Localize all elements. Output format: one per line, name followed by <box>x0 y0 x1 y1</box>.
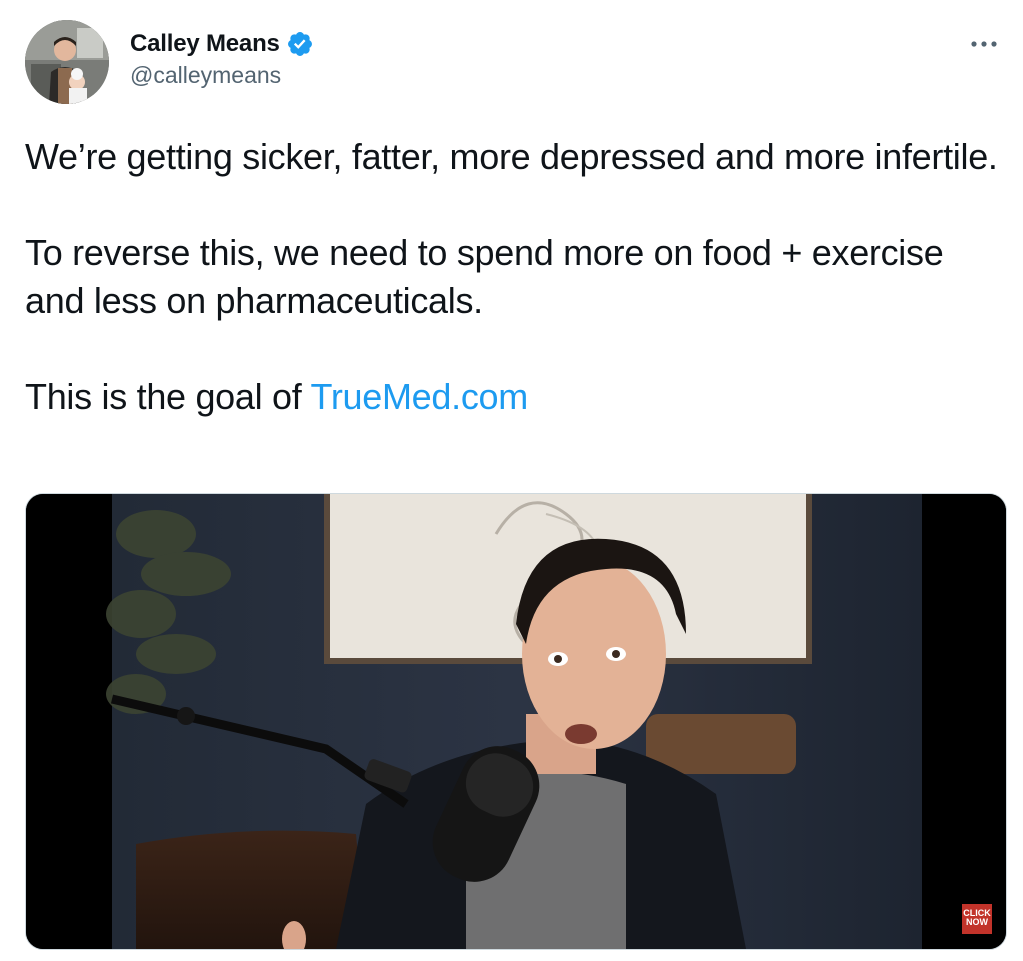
avatar[interactable] <box>25 20 109 104</box>
author-handle[interactable]: @calleymeans <box>130 62 281 89</box>
tweet-paragraph-3: This is the goal of TrueMed.com <box>25 373 1010 421</box>
tweet-paragraph-3-prefix: This is the goal of <box>25 376 311 417</box>
author-display-name[interactable]: Calley Means <box>130 30 280 58</box>
truemed-link[interactable]: TrueMed.com <box>311 376 529 417</box>
author-name-row[interactable]: Calley Means <box>130 28 314 60</box>
verified-badge-icon[interactable] <box>286 30 314 58</box>
tweet-paragraph-1: We’re getting sicker, fatter, more depre… <box>25 136 998 177</box>
subscribe-badge: CLICK NOW <box>962 904 992 934</box>
tweet-text: We’re getting sicker, fatter, more depre… <box>25 133 1010 421</box>
tweet-card: Calley Means @calleymeans We’re getting … <box>0 0 1023 961</box>
tweet-paragraph-2: To reverse this, we need to spend more o… <box>25 232 944 321</box>
video-thumbnail[interactable]: CLICK NOW <box>25 493 1007 950</box>
more-horizontal-icon <box>971 41 997 47</box>
badge-text-2: NOW <box>966 917 989 927</box>
more-options-button[interactable] <box>967 30 1001 58</box>
